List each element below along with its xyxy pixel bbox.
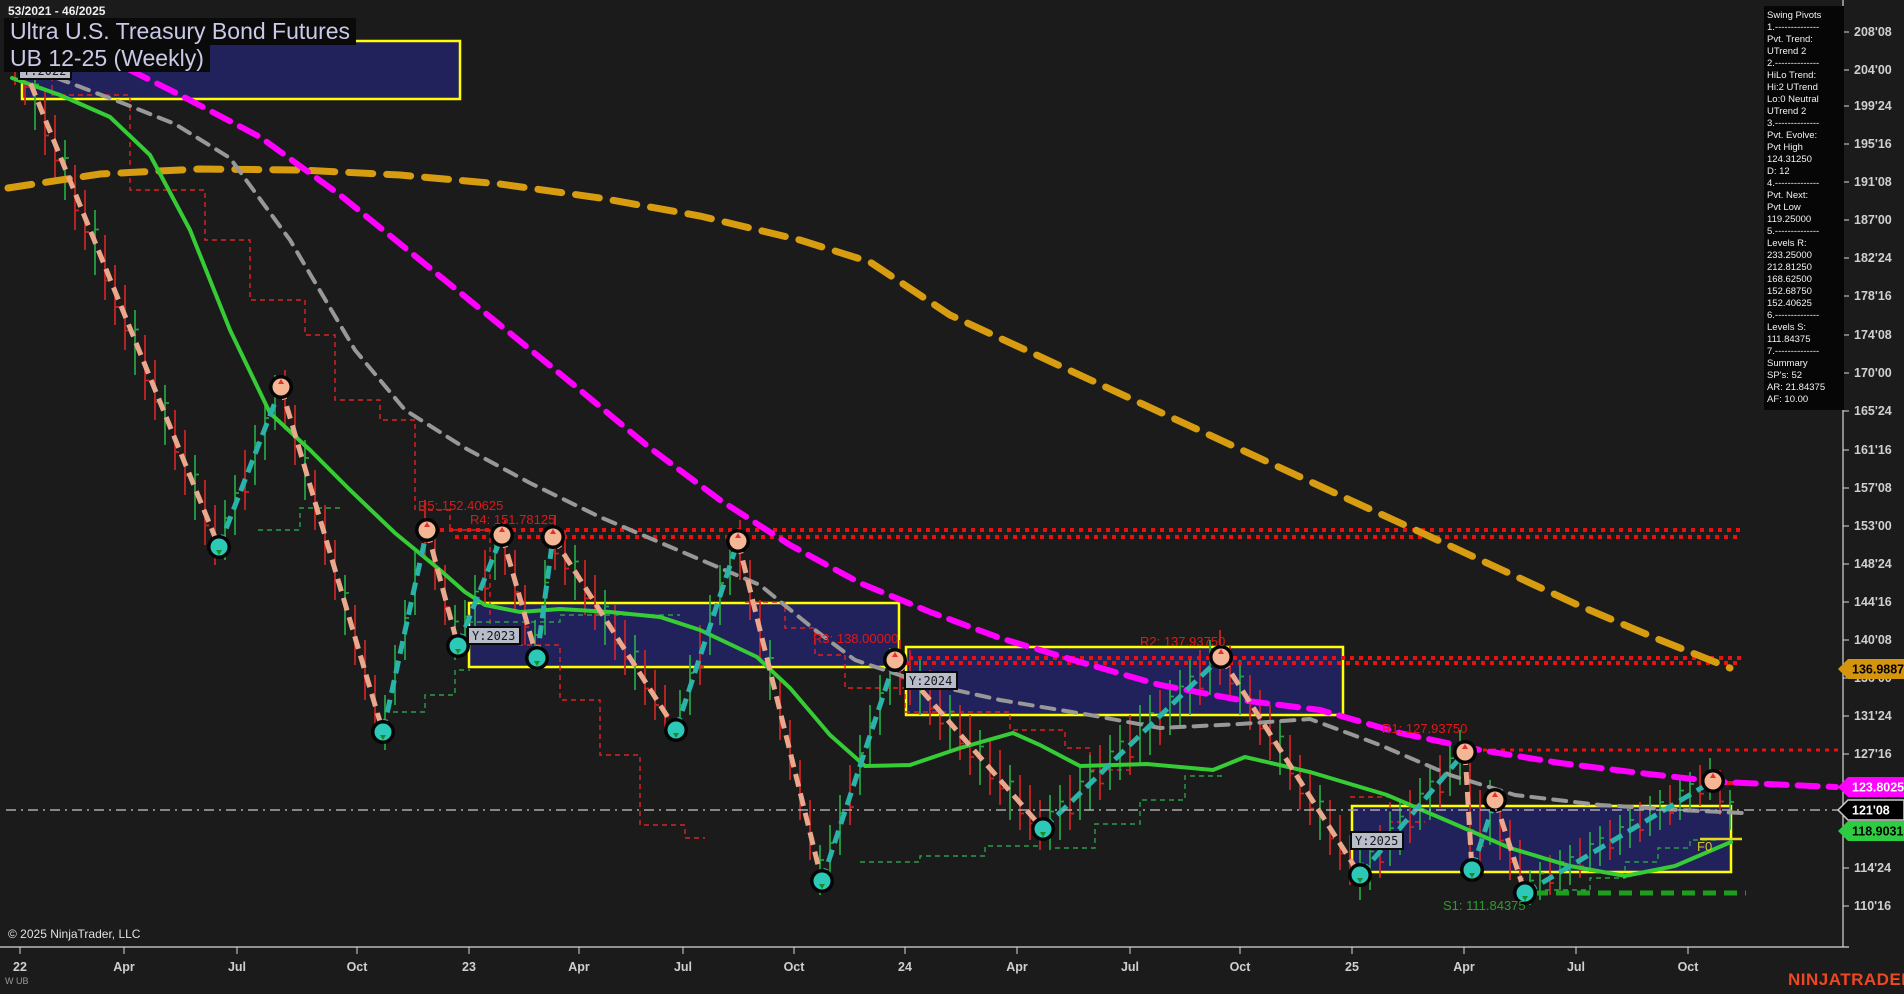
price-tick-label: 195'16 xyxy=(1854,137,1892,151)
time-tick-label: Apr xyxy=(1006,960,1028,974)
time-tick-label: 23 xyxy=(462,960,476,974)
time-tick-label: Oct xyxy=(1230,960,1252,974)
price-tick-label: 208'08 xyxy=(1854,25,1892,39)
pivot-panel-line: Pvt. Next: xyxy=(1767,190,1809,201)
pivot-panel-line: 168.62500 xyxy=(1767,274,1812,285)
price-tick-label: 170'00 xyxy=(1854,366,1892,380)
time-tick-label: Jul xyxy=(674,960,692,974)
price-tick-label: 144'16 xyxy=(1854,595,1892,609)
level-label: R4: 151.78125 xyxy=(470,512,555,527)
time-tick-label: Oct xyxy=(1678,960,1700,974)
price-tick-label: 157'08 xyxy=(1854,481,1892,495)
price-tick-label: 127'16 xyxy=(1854,747,1892,761)
axis-price-marker-value: 136.98875 xyxy=(1852,663,1904,677)
pivot-panel-line: 111.84375 xyxy=(1767,334,1811,345)
pivot-panel-line: HiLo Trend: xyxy=(1767,70,1817,81)
year-chip-label: Y:2024 xyxy=(909,674,952,688)
pivot-panel-line: Pvt. Evolve: xyxy=(1767,130,1818,141)
chart-code-label: W UB xyxy=(5,976,29,986)
price-tick-label: 153'00 xyxy=(1854,519,1892,533)
copyright-text: © 2025 NinjaTrader, LLC xyxy=(8,927,141,941)
price-tick-label: 204'00 xyxy=(1854,63,1892,77)
pivot-panel-line: 119.25000 xyxy=(1767,214,1812,225)
pivot-panel-line: 233.25000 xyxy=(1767,250,1812,261)
price-tick-label: 114'24 xyxy=(1854,861,1891,875)
time-tick-label: Jul xyxy=(228,960,246,974)
pivot-panel-line: 152.68750 xyxy=(1767,286,1812,297)
time-tick-label: Jul xyxy=(1567,960,1585,974)
level-label: R3: 138.00000 xyxy=(813,631,898,646)
axis-price-marker-value: 123.80250 xyxy=(1852,781,1904,795)
pivot-panel-line: D: 12 xyxy=(1767,166,1790,177)
pivot-panel-line: SP's: 52 xyxy=(1767,370,1803,381)
pivot-panel-line: 1.-------------- xyxy=(1767,22,1820,33)
price-tick-label: 165'24 xyxy=(1854,404,1892,418)
time-tick-label: Oct xyxy=(347,960,369,974)
contract-title: UB 12-25 (Weekly) xyxy=(4,45,210,72)
pivot-panel-line: Lo:0 Neutral xyxy=(1767,94,1819,105)
pivot-panel-line: UTrend 2 xyxy=(1767,106,1807,117)
level-label: R5: 152.40625 xyxy=(418,498,503,513)
price-tick-label: 182'24 xyxy=(1854,251,1892,265)
pivot-panel-line: 124.31250 xyxy=(1767,154,1812,165)
pivot-panel-line: Summary xyxy=(1767,358,1808,369)
level-label: S1: 111.84375 xyxy=(1443,898,1526,913)
time-tick-label: Apr xyxy=(568,960,590,974)
level-label: R1: 127.93750 xyxy=(1382,721,1467,736)
level-label: F0 xyxy=(1697,839,1712,854)
time-tick-label: 22 xyxy=(13,960,27,974)
price-tick-label: 110'16 xyxy=(1854,899,1891,913)
pivot-panel-line: Pvt Low xyxy=(1767,202,1801,213)
chart-window: R5: 152.40625 R4: 151.78125 R3: 138.00000 R… xyxy=(0,0,1904,994)
pivot-panel-line: 152.40625 xyxy=(1767,298,1812,309)
pivot-panel-line: Pvt. Trend: xyxy=(1767,34,1813,45)
price-tick-label: 131'24 xyxy=(1854,709,1892,723)
pivot-panel-line: AR: 21.84375 xyxy=(1767,382,1826,393)
time-tick-label: Apr xyxy=(113,960,135,974)
year-chip[interactable]: Y:2025 xyxy=(1350,831,1404,850)
pivot-panel-line: Levels S: xyxy=(1767,322,1807,333)
pivot-panel-line: 212.81250 xyxy=(1767,262,1812,273)
axis-price-marker-value: 121'08 xyxy=(1852,804,1890,818)
level-label: R2: 137.93750 xyxy=(1140,634,1225,649)
data-range-label: 53/2021 - 46/2025 xyxy=(8,4,106,18)
price-tick-label: 161'16 xyxy=(1854,443,1892,457)
pivot-panel-line: 2.-------------- xyxy=(1767,58,1820,69)
instrument-title: Ultra U.S. Treasury Bond Futures xyxy=(4,18,357,45)
year-chip[interactable]: Y:2023 xyxy=(467,626,521,645)
pivot-panel-line: AF: 10.00 xyxy=(1767,394,1809,405)
pivot-panel-line: Swing Pivots xyxy=(1767,10,1822,21)
pivot-panel-line: Pvt High xyxy=(1767,142,1803,153)
time-tick-label: Jul xyxy=(1121,960,1139,974)
axis-price-marker-value: 118.90313 xyxy=(1852,825,1904,839)
time-tick-label: 24 xyxy=(898,960,912,974)
price-tick-label: 199'24 xyxy=(1854,99,1892,113)
year-range-box[interactable] xyxy=(1350,804,1733,874)
chart-canvas[interactable]: R5: 152.40625R4: 151.78125 R3: 138.00000 R… xyxy=(0,0,1904,994)
pivot-panel-line: Hi:2 UTrend xyxy=(1767,82,1818,93)
pivot-panel-line: 5.-------------- xyxy=(1767,226,1820,237)
pivot-panel-line: 7.-------------- xyxy=(1767,346,1820,357)
swing-pivots-panel: Swing Pivots 1.-------------- Pvt. Trend: U… xyxy=(1764,6,1844,410)
price-tick-label: 178'16 xyxy=(1854,289,1892,303)
price-tick-label: 174'08 xyxy=(1854,328,1892,342)
pivot-panel-line: 6.-------------- xyxy=(1767,310,1820,321)
pivot-panel-line: Levels R: xyxy=(1767,238,1807,249)
year-chip-label: Y:2025 xyxy=(1355,834,1398,848)
pivot-panel-line: 3.-------------- xyxy=(1767,118,1820,129)
price-tick-label: 148'24 xyxy=(1854,557,1892,571)
time-tick-label: 25 xyxy=(1345,960,1359,974)
price-tick-label: 140'08 xyxy=(1854,633,1892,647)
time-tick-label: Apr xyxy=(1453,960,1475,974)
ninjatrader-logo: NINJATRADER xyxy=(1788,970,1904,989)
time-tick-label: Oct xyxy=(784,960,806,974)
price-tick-label: 191'08 xyxy=(1854,175,1892,189)
pivot-panel-line: 4.-------------- xyxy=(1767,178,1820,189)
year-chip[interactable]: Y:2024 xyxy=(904,671,958,690)
chart-title: Ultra U.S. Treasury Bond Futures UB 12-2… xyxy=(4,18,357,72)
year-chip-label: Y:2023 xyxy=(472,629,515,643)
price-tick-label: 187'00 xyxy=(1854,213,1892,227)
pivot-panel-line: UTrend 2 xyxy=(1767,46,1807,57)
